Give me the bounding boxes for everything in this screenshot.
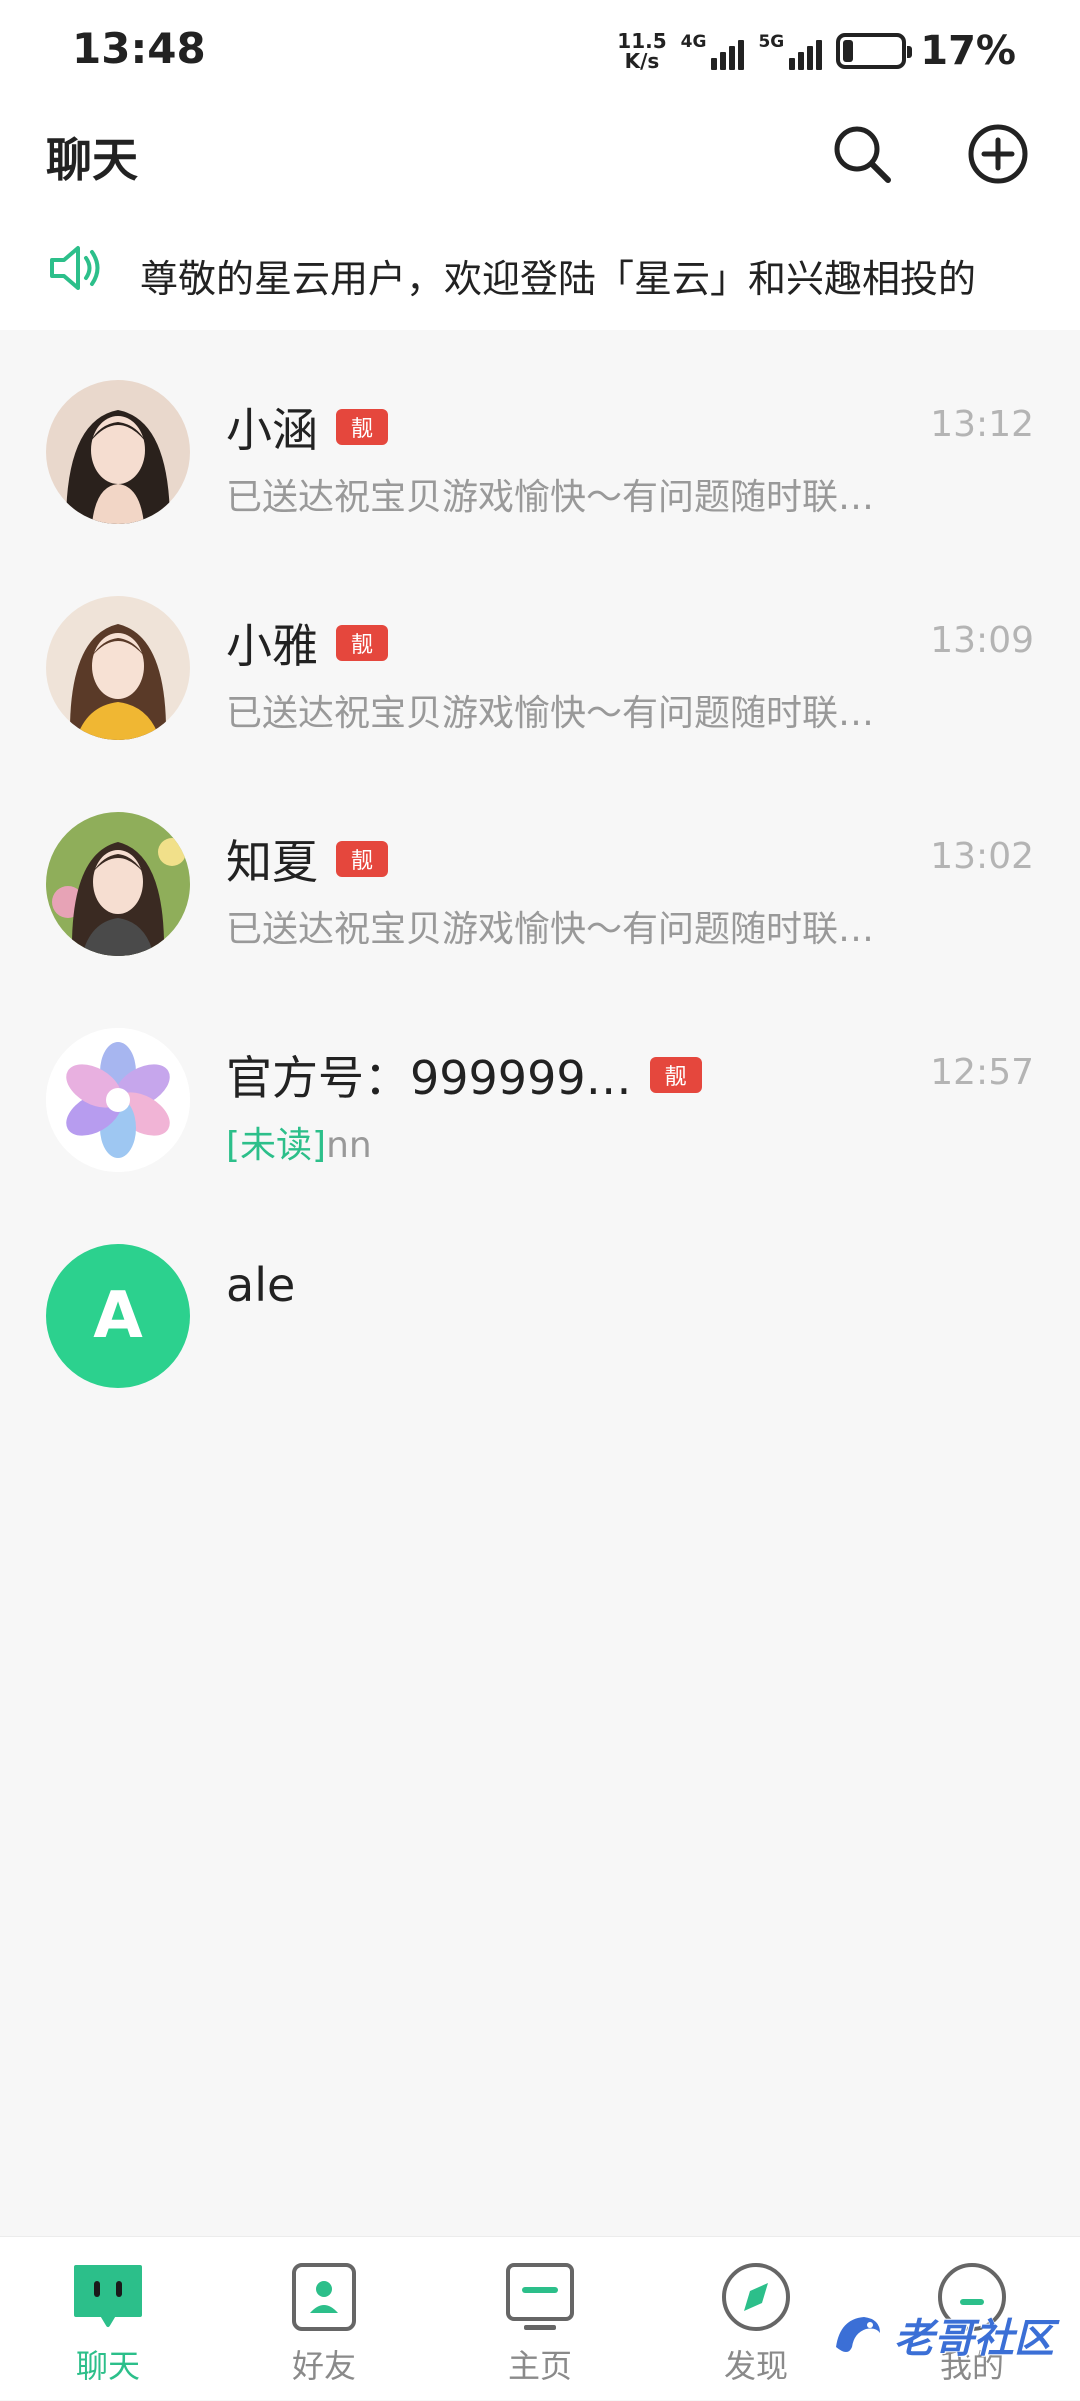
chat-name: ale bbox=[226, 1258, 296, 1312]
chat-time: 13:12 bbox=[930, 404, 1034, 445]
watermark: 老哥社区 bbox=[830, 2300, 1070, 2370]
status-time: 13:48 bbox=[72, 24, 206, 73]
add-button[interactable] bbox=[962, 118, 1034, 190]
dragon-logo-icon bbox=[836, 2317, 880, 2352]
page-title: 聊天 bbox=[46, 133, 138, 187]
vip-badge: 靓 bbox=[336, 841, 388, 877]
chat-item[interactable]: A ale bbox=[0, 1210, 1080, 1426]
chat-preview: 已送达祝宝贝游戏愉快～有问题随时联… bbox=[226, 477, 875, 518]
status-bar: 13:48 11.5 K/s 4G 5G ⚡ 17% bbox=[0, 0, 1080, 100]
contacts-icon bbox=[292, 2263, 356, 2331]
speaker-icon bbox=[50, 246, 100, 290]
chat-name-row: 知夏 靓 bbox=[226, 826, 388, 892]
tab-label: 发现 bbox=[723, 2347, 788, 2385]
avatar bbox=[46, 812, 190, 956]
chat-name: 知夏 bbox=[226, 835, 318, 889]
official-logo-icon bbox=[46, 1028, 190, 1172]
chat-item[interactable]: 知夏 靓 13:02 已送达祝宝贝游戏愉快～有问题随时联… bbox=[0, 778, 1080, 994]
battery-level-fill bbox=[843, 40, 854, 62]
chat-item[interactable]: 官方号：999999… 靓 12:57 [未读]nn bbox=[0, 994, 1080, 1210]
search-icon bbox=[834, 126, 891, 183]
avatar bbox=[46, 596, 190, 740]
home-icon bbox=[506, 2263, 574, 2330]
chat-time: 13:09 bbox=[930, 620, 1034, 661]
tab-chat[interactable]: 聊天 bbox=[0, 2237, 216, 2401]
chat-time: 13:02 bbox=[930, 836, 1034, 877]
signal-5g-icon: 5G bbox=[758, 32, 823, 70]
chat-name-row: 小涵 靓 bbox=[226, 394, 388, 460]
signal-4g-icon: 4G bbox=[681, 32, 745, 70]
unread-tag: [未读] bbox=[226, 1125, 327, 1166]
chat-name-row: 官方号：999999… 靓 bbox=[226, 1042, 702, 1108]
announcement-text: 尊敬的星云用户，欢迎登陆「星云」和兴趣相投的 bbox=[140, 257, 977, 301]
plus-circle-icon bbox=[968, 124, 1028, 184]
chat-item[interactable]: 小雅 靓 13:09 已送达祝宝贝游戏愉快～有问题随时联… bbox=[0, 562, 1080, 778]
tab-friends[interactable]: 好友 bbox=[216, 2237, 432, 2401]
avatar bbox=[46, 1028, 190, 1172]
avatar-letter: A bbox=[93, 1279, 143, 1353]
chat-name-row: 小雅 靓 bbox=[226, 610, 388, 676]
chat-preview: [未读]nn bbox=[226, 1116, 926, 1168]
tab-home[interactable]: 主页 bbox=[432, 2237, 648, 2401]
chat-name: 小雅 bbox=[226, 619, 318, 673]
chat-name: 官方号：999999… bbox=[226, 1051, 632, 1105]
chat-icon bbox=[74, 2265, 142, 2327]
battery-icon: ⚡ bbox=[836, 33, 913, 69]
tab-label: 聊天 bbox=[75, 2347, 140, 2385]
network-speed-value: 11.5 bbox=[617, 29, 667, 53]
chat-preview: 已送达祝宝贝游戏愉快～有问题随时联… bbox=[226, 693, 875, 734]
avatar bbox=[46, 380, 190, 524]
watermark-text: 老哥社区 bbox=[894, 2316, 1054, 2362]
battery-percent: 17% bbox=[920, 28, 1016, 74]
chat-time: 12:57 bbox=[930, 1052, 1034, 1093]
chat-preview: 已送达祝宝贝游戏愉快～有问题随时联… bbox=[226, 909, 875, 950]
chat-name: 小涵 bbox=[226, 403, 318, 457]
search-button[interactable] bbox=[826, 118, 898, 190]
chat-item[interactable]: 小涵 靓 13:12 已送达祝宝贝游戏愉快～有问题随时联… bbox=[0, 346, 1080, 562]
chat-preview-text: nn bbox=[326, 1125, 372, 1166]
network-speed-unit: K/s bbox=[624, 49, 660, 73]
tab-label: 好友 bbox=[291, 2347, 356, 2385]
avatar: A bbox=[46, 1244, 190, 1388]
network-speed: 11.5 K/s bbox=[617, 31, 666, 71]
signal-4g-label: 4G bbox=[680, 32, 707, 52]
vip-badge: 靓 bbox=[649, 1057, 702, 1093]
chat-list: 小涵 靓 13:12 已送达祝宝贝游戏愉快～有问题随时联… 小雅 靓 13:09… bbox=[0, 346, 1080, 1426]
compass-icon bbox=[722, 2263, 790, 2331]
status-icons: 11.5 K/s 4G 5G ⚡ 17% bbox=[617, 26, 1016, 76]
vip-badge: 靓 bbox=[336, 625, 388, 661]
vip-badge: 靓 bbox=[336, 409, 388, 445]
announcement-bar[interactable]: 尊敬的星云用户，欢迎登陆「星云」和兴趣相投的 bbox=[0, 220, 1080, 330]
signal-5g-label: 5G bbox=[758, 32, 785, 52]
app-header: 聊天 尊敬的星云用户，欢迎登陆「星云」和兴趣相投的 bbox=[0, 100, 1080, 330]
tab-label: 主页 bbox=[507, 2347, 572, 2385]
chat-name-row: ale bbox=[226, 1258, 295, 1312]
